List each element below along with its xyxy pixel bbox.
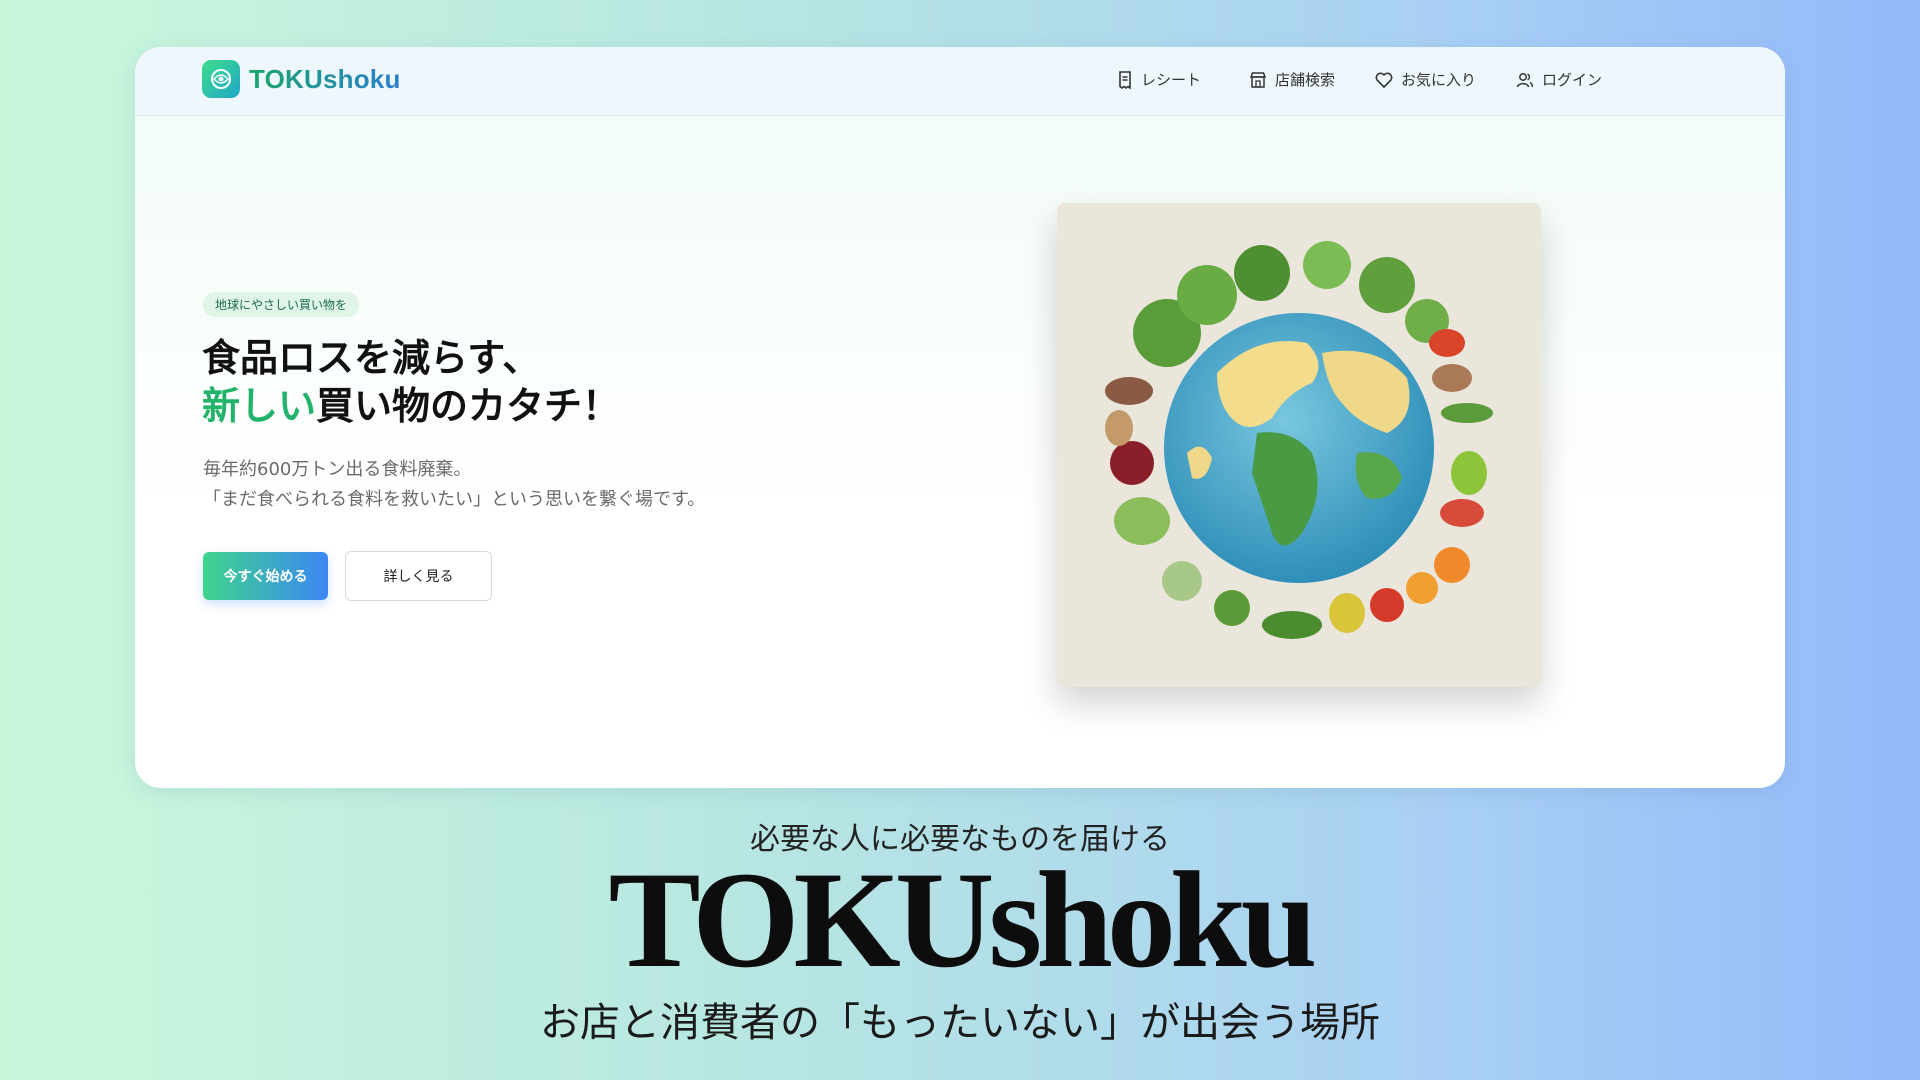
store-icon (1249, 71, 1267, 88)
nav-item-login[interactable]: ログイン (1516, 69, 1602, 90)
app-window: TOKUshoku レシート 店舗検索 お気に入り ログイン 地球にやさしい買い… (135, 47, 1785, 788)
headline-line-1: 食品ロスを減らす、 (202, 336, 541, 380)
globe (1164, 313, 1434, 583)
hero-headline: 食品ロスを減らす、 新しい買い物のカタチ！ (202, 334, 620, 430)
learn-more-button[interactable]: 詳しく見る (345, 551, 492, 601)
brand-logo[interactable]: TOKUshoku (202, 60, 401, 98)
headline-line-2: 新しい買い物のカタチ！ (202, 382, 620, 430)
receipt-icon (1119, 70, 1131, 89)
brand-name: TOKUshoku (249, 63, 401, 94)
banner-tagline: お店と消費者の「もったいない」が出会う場所 (540, 1000, 1380, 1046)
top-navbar: TOKUshoku レシート 店舗検索 お気に入り ログイン (135, 47, 1785, 116)
nav-item-store-search[interactable]: 店舗検索 (1249, 69, 1335, 90)
hero-description: 毎年約600万トン出る食料廃棄。 「まだ食べられる食料を救いたい」という思いを繋… (203, 455, 705, 515)
get-started-button[interactable]: 今すぐ始める (203, 552, 328, 600)
desc-line-2: 「まだ食べられる食料を救いたい」という思いを繋ぐ場です。 (203, 489, 706, 510)
headline-accent: 新しい (202, 384, 317, 428)
user-icon (1516, 72, 1534, 87)
desc-line-1: 毎年約600万トン出る食料廃棄。 (203, 459, 472, 480)
banner-brand: TOKUshoku (608, 843, 1318, 996)
earth-vegetables-illustration (1105, 241, 1493, 639)
hero-image (1057, 203, 1541, 687)
logo-icon (202, 60, 240, 98)
nav-item-label: レシート (1141, 71, 1202, 89)
nav-menu: レシート 店舗検索 お気に入り ログイン (1117, 69, 1642, 90)
nav-item-favorites[interactable]: お気に入り (1375, 69, 1476, 90)
heart-icon (1375, 72, 1393, 88)
nav-item-label: 店舗検索 (1275, 71, 1336, 89)
nav-item-receipt[interactable]: レシート (1117, 69, 1201, 90)
hero-tag: 地球にやさしい買い物を (203, 292, 360, 317)
headline-rest: 買い物のカタチ！ (316, 384, 621, 428)
nav-item-label: ログイン (1542, 71, 1603, 89)
nav-item-label: お気に入り (1401, 71, 1477, 89)
